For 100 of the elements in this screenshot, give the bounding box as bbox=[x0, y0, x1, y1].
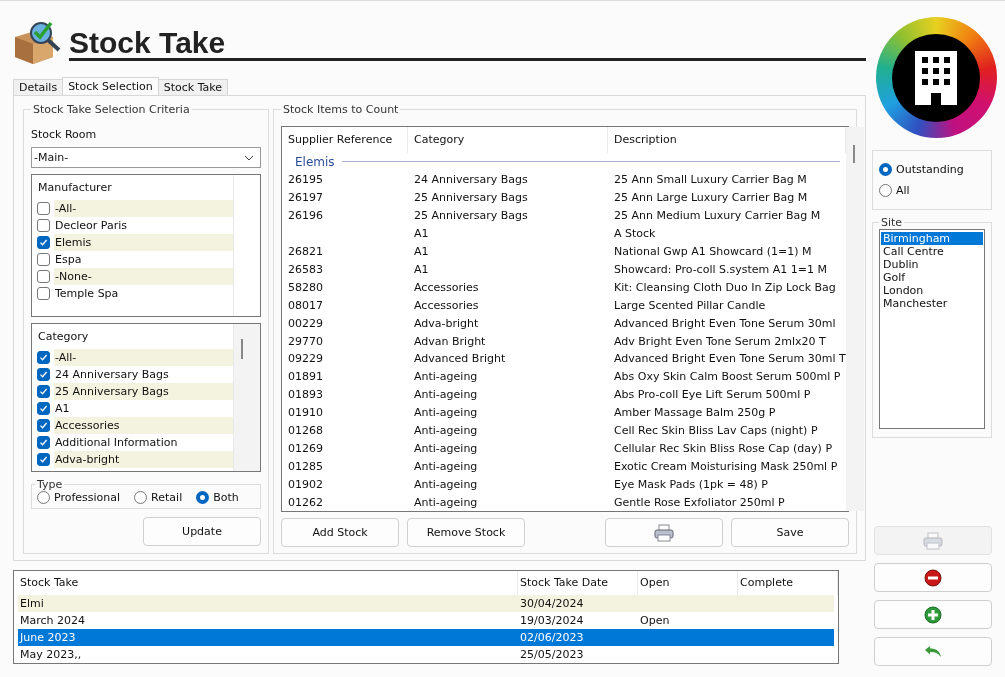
checkbox[interactable] bbox=[37, 202, 50, 215]
checkbox[interactable] bbox=[37, 368, 50, 381]
checkbox-label[interactable]: 25 Anniversary Bags bbox=[54, 383, 233, 400]
table-cell-text: 25 Ann Small Luxury Carrier Bag M bbox=[613, 173, 808, 187]
radio-label[interactable]: Outstanding bbox=[896, 163, 964, 176]
table-cell-text: Exotic Cream Moisturising Mask 250ml P bbox=[613, 459, 839, 473]
checkbox[interactable] bbox=[37, 436, 50, 449]
stock-room-dropdown[interactable]: -Main- bbox=[31, 147, 261, 168]
table-cell-text: Large Scented Pillar Candle bbox=[613, 298, 767, 312]
checkbox[interactable] bbox=[37, 270, 50, 283]
add-button[interactable] bbox=[874, 600, 992, 629]
checkbox-label[interactable]: Adva-bright bbox=[54, 451, 233, 468]
radio-button[interactable] bbox=[196, 491, 210, 504]
table-cell-text: 26196 bbox=[288, 209, 324, 223]
chevron-down-icon bbox=[244, 154, 254, 161]
radio-button[interactable] bbox=[134, 491, 148, 504]
checkbox-label[interactable]: Decleor Paris bbox=[54, 217, 233, 234]
table-cell-text: 09229 bbox=[288, 352, 324, 366]
column-header[interactable]: Description bbox=[608, 127, 846, 153]
table-cell-text: 25 Ann Medium Luxury Carrier Bag M bbox=[613, 209, 822, 223]
table-cell-text: 01902 bbox=[288, 477, 324, 491]
checkbox-label[interactable]: -None- bbox=[54, 268, 233, 285]
box-with-magnifier-icon bbox=[13, 19, 63, 65]
table-cell-text: Cell Rec Skin Bliss Lav Caps (night) P bbox=[613, 424, 819, 438]
list-heading: Category bbox=[37, 329, 90, 345]
table-cell-text: 01893 bbox=[288, 388, 324, 402]
tab[interactable]: Details bbox=[13, 79, 64, 95]
table-cell-text: 01910 bbox=[288, 406, 324, 420]
table-cell-text: 01891 bbox=[288, 370, 324, 384]
table-cell-text: Advanced Bright Even Tone Serum 30ml bbox=[613, 316, 837, 330]
table-cell-text: Abs Oxy Skin Calm Boost Serum 500ml P bbox=[613, 370, 842, 384]
radio-button[interactable] bbox=[879, 184, 892, 197]
list-item[interactable]: Golf bbox=[881, 271, 983, 284]
table-cell-text: Anti-ageing bbox=[413, 406, 479, 420]
table-cell-text: A Stock bbox=[613, 227, 657, 241]
checkbox-label[interactable]: 24 Anniversary Bags bbox=[54, 366, 233, 383]
radio-label[interactable]: Both bbox=[213, 491, 239, 504]
checkbox[interactable] bbox=[37, 453, 50, 466]
list-item[interactable]: Call Centre bbox=[881, 245, 983, 258]
plus-circle-icon bbox=[924, 605, 942, 624]
radio-label[interactable]: Retail bbox=[151, 491, 183, 504]
table-cell-text: Amber Massage Balm 250g P bbox=[613, 406, 777, 420]
table-cell-text: Eye Mask Pads (1pk = 48) P bbox=[613, 477, 769, 491]
checkbox[interactable] bbox=[37, 219, 50, 232]
table-cell-text: Kit: Cleansing Cloth Duo In Zip Lock Bag bbox=[613, 280, 837, 294]
list-item[interactable]: Birmingham bbox=[881, 232, 983, 245]
checkbox-label[interactable]: Elemis bbox=[54, 234, 233, 251]
table-row[interactable]: June 2023 02/06/2023 bbox=[18, 629, 834, 646]
column-header[interactable]: Category bbox=[408, 127, 608, 153]
update-button[interactable]: Update bbox=[143, 517, 261, 546]
remove-button[interactable] bbox=[874, 563, 992, 592]
table-row[interactable]: May 2023,, 25/05/2023 bbox=[18, 646, 834, 663]
checkbox[interactable] bbox=[37, 253, 50, 266]
list-heading: Manufacturer bbox=[37, 180, 113, 196]
action-button[interactable]: Add Stock bbox=[281, 518, 399, 547]
table-row[interactable]: Elmi 30/04/2024 bbox=[18, 595, 834, 612]
list-item[interactable]: London bbox=[881, 284, 983, 297]
table-row[interactable]: March 2024 19/03/2024 Open bbox=[18, 612, 834, 629]
action-button[interactable]: Save bbox=[731, 518, 849, 547]
table-cell-text: National Gwp A1 Showcard (1=1) M bbox=[613, 245, 813, 258]
checkbox[interactable] bbox=[37, 287, 50, 300]
checkbox[interactable] bbox=[37, 351, 50, 364]
list-item[interactable]: Manchester bbox=[881, 297, 983, 310]
action-button[interactable]: Remove Stock bbox=[407, 518, 525, 547]
tab[interactable]: Stock Take bbox=[157, 79, 229, 95]
checkbox[interactable] bbox=[37, 236, 50, 249]
checkbox[interactable] bbox=[37, 402, 50, 415]
group-title: Site bbox=[880, 216, 904, 229]
checkbox[interactable] bbox=[37, 385, 50, 398]
table-cell-text: Anti-ageing bbox=[413, 388, 479, 402]
table-cell-text: 29770 bbox=[288, 334, 324, 348]
column-header[interactable]: Supplier Reference bbox=[288, 127, 408, 153]
checkbox-label[interactable]: Additional Information bbox=[54, 434, 233, 451]
checkbox[interactable] bbox=[37, 419, 50, 432]
checkbox-label[interactable]: Accessories bbox=[54, 417, 233, 434]
radio-label[interactable]: Professional bbox=[54, 491, 121, 504]
group-title: Type bbox=[36, 478, 64, 491]
radio-label[interactable]: All bbox=[896, 184, 910, 197]
table-cell-text: A1 bbox=[413, 245, 430, 258]
checkbox-label[interactable]: -All- bbox=[54, 349, 233, 366]
table-cell-text: March 2024 bbox=[19, 614, 87, 627]
table-cell-text: Anti-ageing bbox=[413, 441, 479, 455]
table-cell-text: Cellular Rec Skin Bliss Rose Cap (day) P bbox=[613, 441, 834, 455]
table-cell-text: Anti-ageing bbox=[413, 459, 479, 473]
radio-button[interactable] bbox=[879, 163, 892, 176]
table-cell-text: Anti-ageing bbox=[413, 370, 479, 384]
table-cell-text: June 2023 bbox=[18, 631, 77, 644]
list-item[interactable]: Dublin bbox=[881, 258, 983, 271]
checkbox-label[interactable]: Temple Spa bbox=[54, 285, 233, 302]
field-label: Stock Room bbox=[31, 128, 98, 141]
table-cell-text: A1 bbox=[413, 262, 430, 276]
scrollbar[interactable] bbox=[845, 127, 864, 511]
table-cell-text: Anti-ageing bbox=[413, 495, 479, 509]
printer-icon bbox=[653, 523, 675, 542]
scrollbar[interactable] bbox=[234, 324, 260, 471]
radio-button[interactable] bbox=[37, 491, 50, 504]
checkbox-label[interactable]: -All- bbox=[54, 200, 233, 217]
checkbox-label[interactable]: A1 bbox=[54, 400, 233, 417]
table-cell-text: 00229 bbox=[288, 316, 324, 330]
checkbox-label[interactable]: Espa bbox=[54, 251, 233, 268]
